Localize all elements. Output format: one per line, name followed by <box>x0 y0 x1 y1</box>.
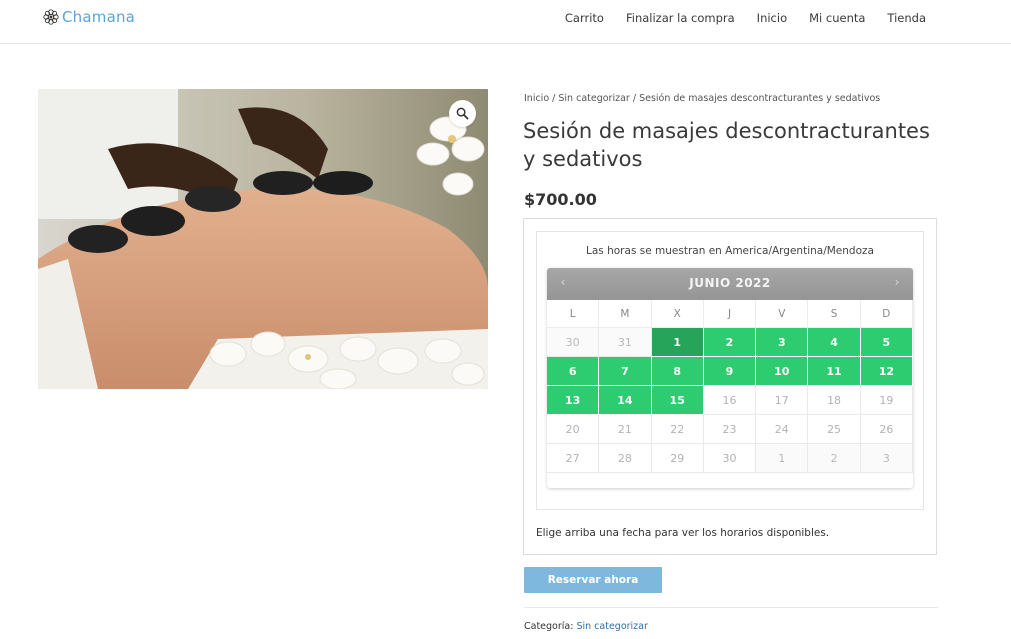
timezone-notice: Las horas se muestran en America/Argenti… <box>586 245 874 257</box>
calendar-day[interactable]: 4 <box>808 328 861 357</box>
calendar-day[interactable]: 7 <box>599 357 652 386</box>
nav-finalizar-compra[interactable]: Finalizar la compra <box>626 11 735 25</box>
nav-inicio[interactable]: Inicio <box>757 11 787 25</box>
calendar-day[interactable]: 15 <box>651 386 704 415</box>
breadcrumb-separator: / <box>549 93 559 104</box>
breadcrumb: Inicio / Sin categorizar / Sesión de mas… <box>524 93 880 104</box>
calendar-day: 30 <box>547 328 600 357</box>
calendar-day[interactable]: 5 <box>860 328 913 357</box>
calendar-day: 25 <box>808 415 861 444</box>
nav-tienda[interactable]: Tienda <box>887 11 926 25</box>
calendar-day: 22 <box>651 415 704 444</box>
calendar-day[interactable]: 6 <box>547 357 600 386</box>
breadcrumb-current: Sesión de masajes descontracturantes y s… <box>639 93 881 104</box>
calendar-month-title: JUNIO 2022 <box>689 276 771 290</box>
product-title: Sesión de masajes descontracturantes y s… <box>523 119 930 171</box>
calendar-day[interactable]: 10 <box>756 357 809 386</box>
calendar-day[interactable]: 13 <box>547 386 600 415</box>
product-category: Categoría: Sin categorizar <box>524 621 648 632</box>
calendar-day: 24 <box>756 415 809 444</box>
zoom-button[interactable] <box>449 100 476 127</box>
calendar-grid: L M X J V S D 30 31 1 2 3 4 5 6 7 8 9 10 11 12 13 14 15 16 17 18 19… <box>547 300 913 473</box>
mandala-icon <box>43 9 59 25</box>
calendar-day: 20 <box>547 415 600 444</box>
calendar-day: 18 <box>808 386 861 415</box>
logo-text: Chamana <box>62 8 136 26</box>
calendar-day[interactable]: 12 <box>860 357 913 386</box>
weekday-header: V <box>756 300 809 328</box>
divider <box>524 607 938 608</box>
product-price: $700.00 <box>524 190 597 209</box>
site-logo[interactable]: Chamana <box>42 8 135 26</box>
site-header: Chamana Carrito Finalizar la compra Inic… <box>0 0 1011 44</box>
calendar-header: ‹ JUNIO 2022 › <box>547 268 913 300</box>
breadcrumb-separator: / <box>629 93 640 104</box>
availability-hint: Elige arriba una fecha para ver los hora… <box>536 527 830 539</box>
breadcrumb-inicio[interactable]: Inicio <box>524 93 549 104</box>
weekday-header: M <box>599 300 652 328</box>
calendar-day: 3 <box>860 444 913 473</box>
calendar-day[interactable]: 9 <box>703 357 757 386</box>
massage-photo <box>38 89 488 389</box>
calendar-day: 21 <box>599 415 652 444</box>
calendar-day: 19 <box>860 386 913 415</box>
calendar-day: 27 <box>547 444 600 473</box>
breadcrumb-sin-categorizar[interactable]: Sin categorizar <box>558 93 629 104</box>
weekday-header: D <box>860 300 913 328</box>
calendar-day[interactable]: 8 <box>651 357 704 386</box>
calendar-day: 23 <box>703 415 757 444</box>
calendar-day: 31 <box>599 328 652 357</box>
next-month-button[interactable]: › <box>887 275 907 289</box>
calendar-day: 26 <box>860 415 913 444</box>
category-label: Categoría: <box>524 621 574 632</box>
weekday-header: S <box>808 300 861 328</box>
nav-carrito[interactable]: Carrito <box>565 11 604 25</box>
calendar: ‹ JUNIO 2022 › L M X J V S D 30 31 1 2 3 4 5 6 7 8 9 10 11 1… <box>547 268 913 488</box>
calendar-day[interactable]: 2 <box>703 328 757 357</box>
product-image[interactable] <box>38 89 488 389</box>
calendar-day: 28 <box>599 444 652 473</box>
weekday-header: X <box>651 300 704 328</box>
calendar-day: 1 <box>756 444 809 473</box>
nav-mi-cuenta[interactable]: Mi cuenta <box>809 11 865 25</box>
calendar-day: 29 <box>651 444 704 473</box>
calendar-day: 16 <box>703 386 757 415</box>
magnifier-icon <box>456 107 469 120</box>
calendar-day[interactable]: 11 <box>808 357 861 386</box>
calendar-day[interactable]: 14 <box>599 386 652 415</box>
reservar-button[interactable]: Reservar ahora <box>524 567 662 593</box>
calendar-day: 2 <box>808 444 861 473</box>
category-link[interactable]: Sin categorizar <box>576 621 647 632</box>
calendar-day: 30 <box>703 444 757 473</box>
main-nav: Carrito Finalizar la compra Inicio Mi cu… <box>565 11 926 25</box>
calendar-day[interactable]: 1 <box>651 328 704 357</box>
weekday-header: L <box>547 300 600 328</box>
calendar-day[interactable]: 3 <box>756 328 809 357</box>
calendar-day: 17 <box>756 386 809 415</box>
weekday-header: J <box>703 300 757 328</box>
